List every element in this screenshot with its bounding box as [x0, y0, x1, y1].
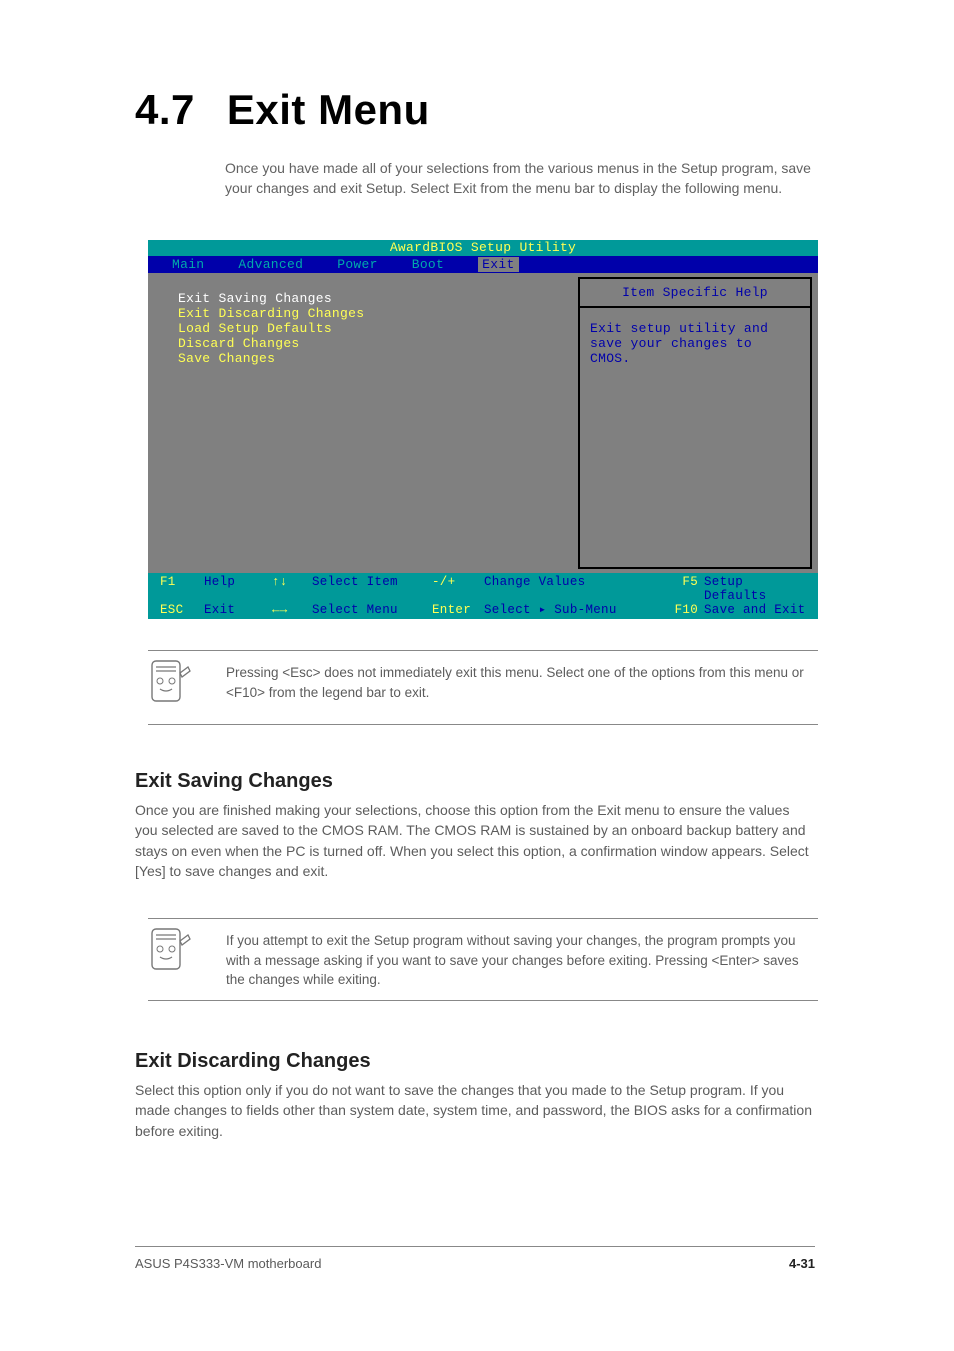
legend-text: Help — [204, 575, 272, 603]
legend-key: F10 — [664, 603, 704, 617]
legend-text: Save and Exit — [704, 603, 810, 617]
subsection-body: Select this option only if you do not wa… — [135, 1080, 815, 1141]
intro-paragraph: Once you have made all of your selection… — [225, 158, 815, 199]
help-body: Exit setup utility and save your changes… — [580, 308, 810, 381]
subsection-heading: Exit Discarding Changes — [135, 1050, 371, 1073]
subsection-body: Once you are finished making your select… — [135, 800, 815, 881]
page-footer: ASUS P4S333-VM motherboard 4-31 — [135, 1256, 815, 1271]
note-box: Pressing <Esc> does not immediately exit… — [148, 650, 818, 725]
legend-key: F5 — [664, 575, 704, 603]
footer-page-number: 4-31 — [789, 1256, 815, 1271]
subsection-heading: Exit Saving Changes — [135, 770, 333, 793]
legend-key: ↑↓ — [272, 575, 312, 603]
footer-rule — [135, 1246, 815, 1247]
legend-text: Setup Defaults — [704, 575, 810, 603]
bios-legend-bar: F1 Help ↑↓ Select Item -/+ Change Values… — [148, 573, 818, 619]
note-icon — [148, 659, 200, 716]
legend-key: Enter — [432, 603, 484, 617]
legend-key: ←→ — [272, 603, 312, 617]
menu-item-load-defaults[interactable]: Load Setup Defaults — [178, 321, 578, 336]
menu-item-discard-changes[interactable]: Discard Changes — [178, 336, 578, 351]
legend-text: Exit — [204, 603, 272, 617]
bios-title: AwardBIOS Setup Utility — [148, 240, 818, 256]
legend-text: Select ▸ Sub-Menu — [484, 603, 664, 617]
footer-left: ASUS P4S333-VM motherboard — [135, 1256, 321, 1271]
tab-advanced[interactable]: Advanced — [238, 257, 303, 272]
note-box: If you attempt to exit the Setup program… — [148, 918, 818, 1001]
bios-menu-list: Exit Saving Changes Exit Discarding Chan… — [148, 273, 578, 573]
section-title: Exit Menu — [227, 86, 430, 133]
note-icon — [148, 927, 200, 984]
help-title: Item Specific Help — [580, 279, 810, 306]
note-text: Pressing <Esc> does not immediately exit… — [200, 659, 818, 702]
note-text: If you attempt to exit the Setup program… — [200, 927, 818, 990]
tab-boot[interactable]: Boot — [412, 257, 444, 272]
legend-text: Select Item — [312, 575, 432, 603]
tab-exit[interactable]: Exit — [478, 257, 518, 272]
menu-item-save-changes[interactable]: Save Changes — [178, 351, 578, 366]
bios-tab-bar: Main Advanced Power Boot Exit — [148, 256, 818, 273]
tab-power[interactable]: Power — [337, 257, 378, 272]
legend-text: Change Values — [484, 575, 664, 603]
legend-key: ESC — [160, 603, 204, 617]
section-number: 4.7 — [135, 86, 195, 133]
menu-item-exit-discarding[interactable]: Exit Discarding Changes — [178, 306, 578, 321]
bios-screenshot: AwardBIOS Setup Utility Main Advanced Po… — [148, 240, 818, 619]
page-heading: 4.7 Exit Menu — [135, 86, 430, 134]
legend-key: F1 — [160, 575, 204, 603]
legend-text: Select Menu — [312, 603, 432, 617]
tab-main[interactable]: Main — [172, 257, 204, 272]
legend-key: -/+ — [432, 575, 484, 603]
bios-help-pane: Item Specific Help Exit setup utility an… — [578, 277, 812, 569]
menu-item-exit-saving[interactable]: Exit Saving Changes — [178, 291, 578, 306]
